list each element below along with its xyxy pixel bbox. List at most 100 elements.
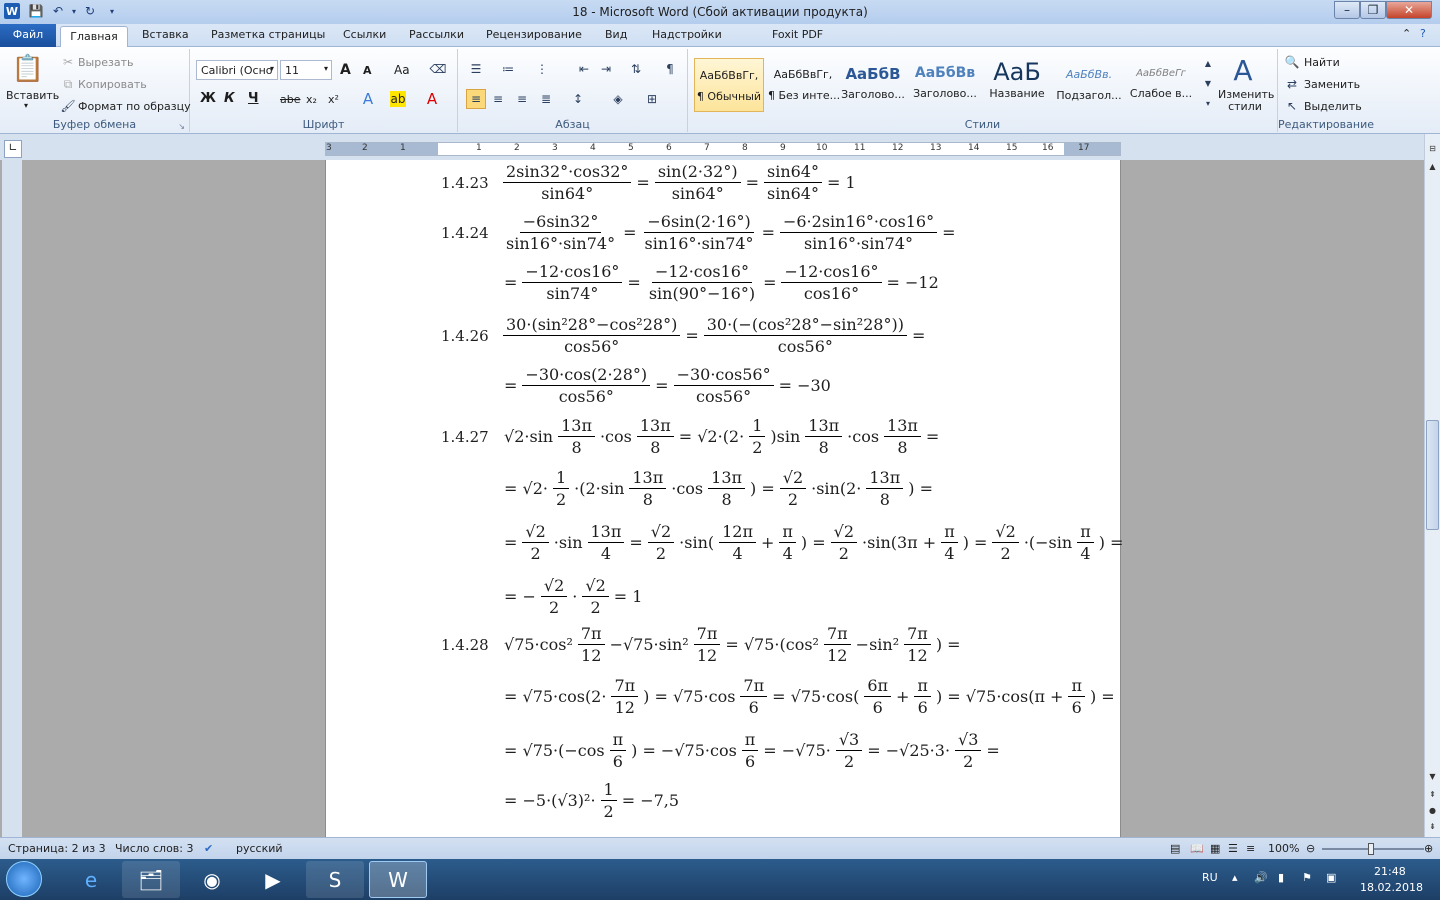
font-color-icon[interactable]: A [424, 90, 440, 108]
align-center-icon[interactable]: ≡ [490, 91, 506, 107]
zoom-level[interactable]: 100% [1268, 842, 1299, 855]
numbering-icon[interactable]: ≔ [500, 61, 516, 77]
shading-icon[interactable]: ◈ [610, 91, 626, 107]
font-name-dropdown-icon[interactable]: ▾ [270, 64, 274, 73]
language-indicator[interactable]: русский [236, 842, 283, 855]
align-right-icon[interactable]: ≡ [514, 91, 530, 107]
styles-more-icon[interactable]: ▾ [1200, 95, 1216, 111]
underline-button[interactable]: Ч [248, 91, 259, 106]
ruler-toggle-icon[interactable]: ⊟ [1426, 142, 1439, 156]
font-size-dropdown-icon[interactable]: ▾ [324, 64, 328, 73]
text-effects-icon[interactable]: A [360, 90, 376, 108]
change-case-button[interactable]: Aa [394, 63, 410, 77]
vertical-ruler[interactable] [2, 160, 22, 837]
style-title[interactable]: АаБ Название [982, 58, 1052, 112]
browse-object-icon[interactable]: ● [1426, 804, 1439, 818]
bold-button[interactable]: Ж [200, 91, 216, 106]
tab-review[interactable]: Рецензирование [486, 28, 582, 41]
styles-scroll-down-icon[interactable]: ▼ [1200, 75, 1216, 91]
copy-icon[interactable]: ⧉ [60, 76, 76, 92]
horizontal-ruler[interactable]: 3 2 1 1 2 3 4 5 6 7 8 9 10 11 12 13 14 1… [325, 142, 1121, 156]
tab-insert[interactable]: Вставка [142, 28, 189, 41]
clock-date[interactable]: 18.02.2018 [1360, 881, 1423, 894]
zoom-in-icon[interactable]: ⊕ [1424, 842, 1433, 855]
multilevel-list-icon[interactable]: ⋮ [534, 61, 550, 77]
zoom-slider-thumb[interactable] [1368, 843, 1374, 855]
tab-mailings[interactable]: Рассылки [409, 28, 464, 41]
subscript-button[interactable]: x₂ [306, 93, 317, 106]
format-painter-button[interactable]: Формат по образцу [78, 100, 191, 113]
tab-home[interactable]: Главная [60, 26, 128, 48]
tab-selector[interactable]: ∟ [4, 140, 22, 158]
line-spacing-icon[interactable]: ↕ [570, 91, 586, 107]
volume-icon[interactable]: 🔊 [1254, 871, 1268, 884]
scroll-up-arrow[interactable]: ▲ [1426, 160, 1439, 174]
vertical-scrollbar[interactable]: ⊟ ▲ ▼ ⇞ ● ⇟ [1424, 134, 1440, 837]
help-icon[interactable]: ? [1420, 27, 1426, 40]
style-subtle-emphasis[interactable]: АаБбВеГг Слабое в... [1126, 58, 1196, 112]
copy-button[interactable]: Копировать [78, 78, 147, 91]
styles-scroll-up-icon[interactable]: ▲ [1200, 55, 1216, 71]
file-explorer-icon[interactable]: 🗂 [122, 861, 180, 898]
sort-icon[interactable]: ⇅ [628, 61, 644, 77]
tab-view[interactable]: Вид [605, 28, 627, 41]
proofing-icon[interactable]: ✔ [204, 842, 213, 855]
flag-icon[interactable]: ⚑ [1302, 871, 1312, 884]
paste-icon[interactable]: 📋 [12, 53, 44, 85]
replace-icon[interactable]: ⇄ [1284, 76, 1300, 92]
justify-icon[interactable]: ≣ [538, 91, 554, 107]
binoculars-icon[interactable]: 🔍 [1284, 54, 1300, 70]
decrease-indent-icon[interactable]: ⇤ [576, 61, 592, 77]
zoom-slider[interactable] [1322, 843, 1424, 855]
skype-icon[interactable]: S [306, 861, 364, 898]
maximize-button[interactable]: ❐ [1360, 1, 1386, 19]
clear-formatting-icon[interactable]: ⌫ [430, 61, 447, 77]
tab-addins[interactable]: Надстройки [652, 28, 722, 41]
increase-indent-icon[interactable]: ⇥ [598, 61, 614, 77]
style-normal[interactable]: АаБбВвГг, ¶ Обычный [694, 58, 764, 112]
select-button[interactable]: Выделить [1304, 100, 1362, 113]
replace-button[interactable]: Заменить [1304, 78, 1360, 91]
align-left-icon[interactable]: ≡ [466, 89, 486, 109]
highlight-icon[interactable]: ab [390, 91, 406, 107]
clipboard-launcher-icon[interactable]: ↘ [178, 122, 185, 131]
show-marks-icon[interactable]: ¶ [662, 61, 678, 77]
clock-time[interactable]: 21:48 [1374, 865, 1406, 878]
print-layout-icon[interactable]: ▤ [1170, 842, 1180, 855]
style-no-spacing[interactable]: АаБбВвГг, ¶ Без инте... [768, 58, 840, 112]
format-painter-icon[interactable]: 🖌 [60, 98, 76, 114]
style-heading-2[interactable]: АаБбВв Заголово... [910, 58, 980, 112]
internet-explorer-icon[interactable]: e [62, 861, 120, 898]
change-styles-button[interactable]: Изменить стили [1218, 89, 1274, 113]
document-page[interactable]: 1.4.23 2sin32°·cos32° sin64° = sin(2·32°) sin… [325, 160, 1123, 837]
network-icon[interactable]: ▮ [1278, 871, 1284, 884]
tab-references[interactable]: Ссылки [343, 28, 386, 41]
next-page-icon[interactable]: ⇟ [1426, 820, 1439, 834]
word-taskbar-icon[interactable]: W [369, 861, 427, 898]
minimize-ribbon-icon[interactable]: ⌃ [1402, 27, 1411, 40]
draft-icon[interactable]: ≡ [1246, 842, 1255, 855]
scroll-thumb[interactable] [1426, 420, 1439, 530]
italic-button[interactable]: К [224, 91, 235, 106]
cut-icon[interactable]: ✂ [60, 54, 76, 70]
change-styles-icon[interactable]: A [1228, 54, 1258, 87]
shrink-font-button[interactable]: A [363, 64, 372, 77]
action-center-icon[interactable]: ▣ [1326, 871, 1336, 884]
scroll-down-arrow[interactable]: ▼ [1426, 770, 1439, 784]
tab-page-layout[interactable]: Разметка страницы [211, 28, 325, 41]
superscript-button[interactable]: x² [328, 93, 339, 106]
zoom-out-icon[interactable]: ⊖ [1306, 842, 1315, 855]
font-name-combo[interactable]: Calibri (Осно [196, 60, 278, 80]
style-heading-1[interactable]: АаБбВ Заголово... [838, 58, 908, 112]
strikethrough-button[interactable]: abe [280, 93, 301, 106]
borders-icon[interactable]: ⊞ [644, 91, 660, 107]
select-icon[interactable]: ↖ [1284, 98, 1300, 114]
outline-icon[interactable]: ☰ [1228, 842, 1238, 855]
full-screen-reading-icon[interactable]: 📖 [1190, 842, 1204, 855]
show-hidden-icons-icon[interactable]: ▴ [1232, 871, 1238, 884]
input-language[interactable]: RU [1202, 871, 1218, 884]
paste-button[interactable]: Вставить [6, 89, 59, 102]
prev-page-icon[interactable]: ⇞ [1426, 788, 1439, 802]
paste-dropdown-icon[interactable]: ▾ [24, 101, 28, 110]
close-button[interactable]: ✕ [1386, 1, 1432, 19]
